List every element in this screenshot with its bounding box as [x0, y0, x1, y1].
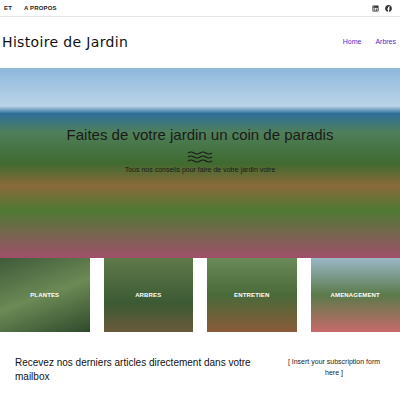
top-link[interactable]: A PROPOS [24, 4, 57, 13]
hero: Faites de votre jardin un coin de paradi… [0, 68, 400, 258]
hero-subtitle: Tous nos conseils pour faire de votre ja… [125, 165, 276, 176]
header: Histoire de Jardin Home Arbres [0, 17, 400, 68]
newsletter-form-placeholder: [ Insert your subscription form here ] [284, 356, 384, 378]
nav-link[interactable]: Home [343, 37, 362, 48]
category-card[interactable]: ARBRES [104, 258, 194, 332]
category-card[interactable]: PLANTES [0, 258, 90, 332]
top-bar: ET A PROPOS [0, 0, 400, 17]
nav-link[interactable]: Arbres [375, 37, 396, 48]
hero-title: Faites de votre jardin un coin de paradi… [67, 126, 334, 145]
logo[interactable]: Histoire de Jardin [2, 32, 128, 53]
facebook-icon[interactable] [385, 5, 392, 12]
category-card[interactable]: ENTRETIEN [207, 258, 297, 332]
newsletter-title: Recevez nos derniers articles directemen… [15, 356, 265, 383]
category-row: PLANTESARBRESENTRETIENAMENAGEMENT [0, 258, 400, 332]
top-link[interactable]: ET [4, 4, 12, 13]
wave-icon [187, 151, 213, 163]
linkedin-icon[interactable] [372, 5, 379, 12]
newsletter: Recevez nos derniers articles directemen… [0, 332, 400, 383]
page: ET A PROPOS Histoire de Jardin Home Arbres Fa… [0, 0, 400, 400]
category-card[interactable]: AMENAGEMENT [311, 258, 400, 332]
